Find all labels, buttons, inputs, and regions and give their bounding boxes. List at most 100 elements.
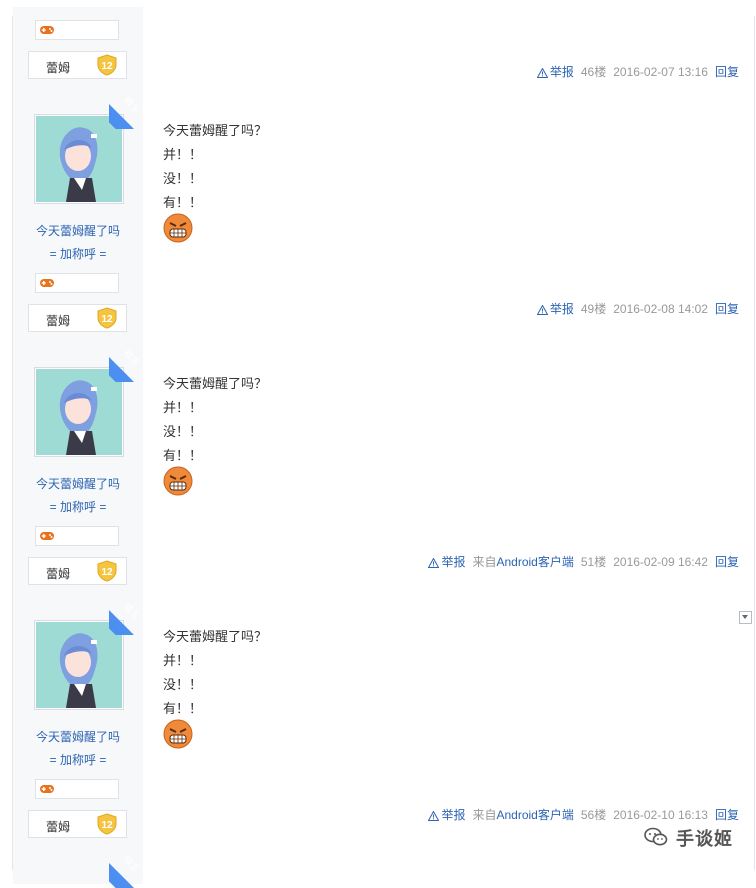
post-content bbox=[143, 854, 754, 884]
floor-owner-badge: 楼主 bbox=[109, 854, 143, 888]
post-text: 今天蕾姆醒了吗？ 并！！ 没！！ 有！！ bbox=[163, 372, 267, 468]
level-shield-icon: 12 bbox=[97, 54, 117, 76]
report-link[interactable]: 举报 bbox=[536, 65, 574, 79]
level-shield-icon: 12 bbox=[97, 560, 117, 582]
post-source: 来自Android客户端 bbox=[472, 808, 574, 822]
username[interactable]: 今天蕾姆醒了吗 bbox=[13, 222, 143, 239]
post-text: 今天蕾姆醒了吗？ 并！！ 没！！ 有！！ bbox=[163, 625, 267, 721]
post-content: 今天蕾姆醒了吗？ 并！！ 没！！ 有！！ 举报 49楼 2016-02-08 14:… bbox=[143, 95, 754, 348]
gamepad-icon bbox=[40, 532, 54, 540]
report-link[interactable]: 举报 bbox=[428, 808, 465, 822]
wechat-icon bbox=[644, 827, 668, 846]
game-medal[interactable] bbox=[35, 273, 119, 293]
floor-number: 51楼 bbox=[580, 555, 607, 569]
post-line: 有！！ bbox=[163, 448, 203, 463]
warning-icon bbox=[536, 305, 548, 315]
post-time: 2016-02-07 13:16 bbox=[613, 65, 708, 79]
post-sidebar: 楼主 今天蕾姆醒了吗 = 加称呼 = 蕾姆 12 bbox=[13, 95, 143, 348]
gamepad-icon bbox=[40, 26, 54, 34]
thread-container: 蕾姆 12 举报 46楼 2016-02-07 13:16 回复 楼主 今天蕾姆… bbox=[12, 7, 755, 888]
floor-owner-badge: 楼主 bbox=[109, 601, 143, 635]
post-sidebar: 楼主 bbox=[13, 854, 143, 888]
user-title[interactable]: = 加称呼 = bbox=[13, 245, 143, 262]
post-content: 举报 46楼 2016-02-07 13:16 回复 bbox=[143, 7, 754, 95]
level-name: 蕾姆 bbox=[46, 567, 71, 581]
level-shield-icon: 12 bbox=[97, 307, 117, 329]
post-content: 今天蕾姆醒了吗？ 并！！ 没！！ 有！！ 举报 来自Android客户端 51楼 20… bbox=[143, 348, 754, 601]
svg-text:12: 12 bbox=[101, 61, 113, 72]
post-time: 2016-02-10 16:13 bbox=[613, 808, 708, 822]
post-text: 今天蕾姆醒了吗？ 并！！ 没！！ 有！！ bbox=[163, 119, 267, 215]
warning-icon bbox=[536, 68, 548, 78]
game-medal[interactable] bbox=[35, 20, 119, 40]
reply-link[interactable]: 回复 bbox=[715, 808, 739, 822]
gamepad-icon bbox=[40, 279, 54, 287]
user-title[interactable]: = 加称呼 = bbox=[13, 498, 143, 515]
svg-text:12: 12 bbox=[101, 314, 113, 325]
level-name: 蕾姆 bbox=[46, 61, 71, 75]
post-line: 有！！ bbox=[163, 701, 203, 716]
level-badge[interactable]: 蕾姆 12 bbox=[28, 304, 127, 332]
level-name: 蕾姆 bbox=[46, 820, 71, 834]
game-medal[interactable] bbox=[35, 779, 119, 799]
post-time: 2016-02-08 14:02 bbox=[613, 302, 708, 316]
post-floor-46: 蕾姆 12 举报 46楼 2016-02-07 13:16 回复 bbox=[13, 7, 754, 96]
svg-text:12: 12 bbox=[101, 820, 113, 831]
floor-number: 56楼 bbox=[580, 808, 607, 822]
level-shield-icon: 12 bbox=[97, 813, 117, 835]
user-title[interactable]: = 加称呼 = bbox=[13, 751, 143, 768]
post-sidebar: 楼主 今天蕾姆醒了吗 = 加称呼 = 蕾姆 12 bbox=[13, 601, 143, 854]
post-floor-56: 楼主 今天蕾姆醒了吗 = 加称呼 = 蕾姆 12 今天蕾姆醒了吗？ 并！！ 没！… bbox=[13, 601, 754, 855]
angry-face-emoji-icon bbox=[163, 466, 193, 496]
floor-owner-badge: 楼主 bbox=[109, 95, 143, 129]
angry-face-emoji-icon bbox=[163, 213, 193, 243]
source-link[interactable]: Android bbox=[496, 808, 537, 822]
username[interactable]: 今天蕾姆醒了吗 bbox=[13, 475, 143, 492]
post-line: 没！！ bbox=[163, 677, 203, 692]
svg-text:12: 12 bbox=[101, 567, 113, 578]
post-tail: 举报 46楼 2016-02-07 13:16 回复 bbox=[536, 63, 739, 80]
level-badge[interactable]: 蕾姆 12 bbox=[28, 810, 127, 838]
level-name: 蕾姆 bbox=[46, 314, 71, 328]
reply-link[interactable]: 回复 bbox=[715, 302, 739, 316]
reply-link[interactable]: 回复 bbox=[715, 555, 739, 569]
post-source: 来自Android客户端 bbox=[472, 555, 574, 569]
floor-owner-badge: 楼主 bbox=[109, 348, 143, 382]
post-line: 并！！ bbox=[163, 147, 203, 162]
angry-face-emoji-icon bbox=[163, 719, 193, 749]
wechat-watermark: 手谈姬 bbox=[644, 822, 744, 852]
post-sidebar: 蕾姆 12 bbox=[13, 7, 143, 95]
post-menu-dropdown-icon[interactable] bbox=[739, 611, 752, 624]
level-badge[interactable]: 蕾姆 12 bbox=[28, 557, 127, 585]
source-link[interactable]: Android bbox=[496, 555, 537, 569]
post-floor-49: 楼主 今天蕾姆醒了吗 = 加称呼 = 蕾姆 12 今天蕾姆醒了吗？ 并！！ 没！… bbox=[13, 95, 754, 349]
post-partial: 楼主 bbox=[13, 854, 754, 888]
level-badge[interactable]: 蕾姆 12 bbox=[28, 51, 127, 79]
warning-icon bbox=[428, 811, 440, 821]
post-content: 今天蕾姆醒了吗？ 并！！ 没！！ 有！！ 举报 来自Android客户端 56楼 20… bbox=[143, 601, 754, 854]
post-tail: 举报 来自Android客户端 56楼 2016-02-10 16:13 回复 bbox=[428, 806, 739, 823]
floor-number: 46楼 bbox=[580, 65, 607, 79]
post-tail: 举报 来自Android客户端 51楼 2016-02-09 16:42 回复 bbox=[428, 553, 739, 570]
post-line: 今天蕾姆醒了吗？ bbox=[163, 629, 268, 644]
post-line: 今天蕾姆醒了吗？ bbox=[163, 123, 268, 138]
report-link[interactable]: 举报 bbox=[536, 302, 574, 316]
watermark-text: 手谈姬 bbox=[676, 829, 733, 849]
username[interactable]: 今天蕾姆醒了吗 bbox=[13, 728, 143, 745]
warning-icon bbox=[428, 558, 440, 568]
post-line: 有！！ bbox=[163, 195, 203, 210]
reply-link[interactable]: 回复 bbox=[715, 65, 739, 79]
post-line: 今天蕾姆醒了吗？ bbox=[163, 376, 268, 391]
report-link[interactable]: 举报 bbox=[428, 555, 465, 569]
post-time: 2016-02-09 16:42 bbox=[613, 555, 708, 569]
game-medal[interactable] bbox=[35, 526, 119, 546]
post-line: 没！！ bbox=[163, 424, 203, 439]
post-line: 并！！ bbox=[163, 400, 203, 415]
post-floor-51: 楼主 今天蕾姆醒了吗 = 加称呼 = 蕾姆 12 今天蕾姆醒了吗？ 并！！ 没！… bbox=[13, 348, 754, 602]
post-tail: 举报 49楼 2016-02-08 14:02 回复 bbox=[536, 300, 739, 317]
gamepad-icon bbox=[40, 785, 54, 793]
floor-number: 49楼 bbox=[580, 302, 607, 316]
post-sidebar: 楼主 今天蕾姆醒了吗 = 加称呼 = 蕾姆 12 bbox=[13, 348, 143, 601]
post-line: 没！！ bbox=[163, 171, 203, 186]
post-line: 并！！ bbox=[163, 653, 203, 668]
